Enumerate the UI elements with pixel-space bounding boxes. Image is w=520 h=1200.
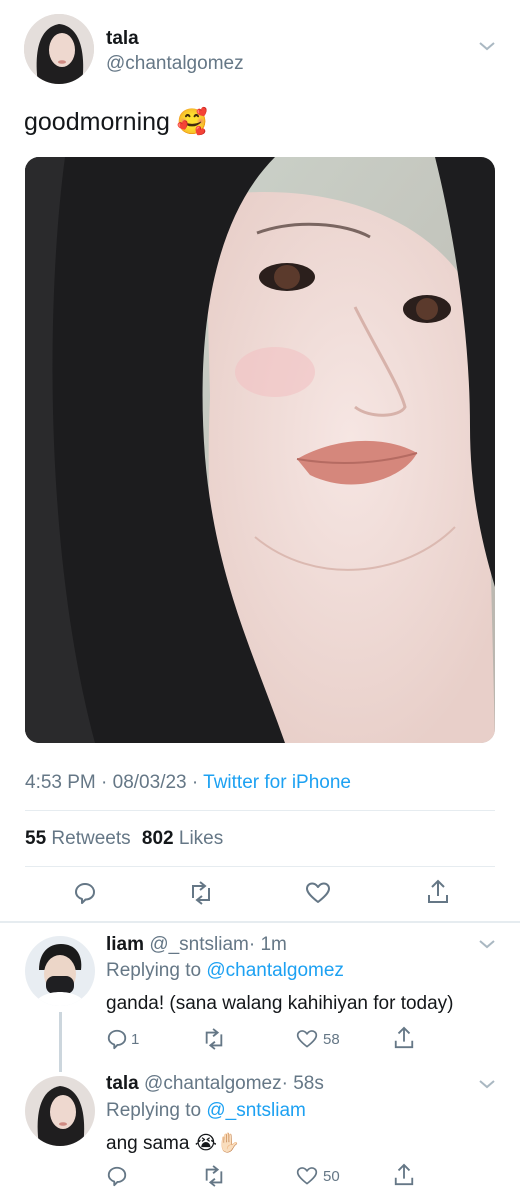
- like-count: 50: [323, 1168, 340, 1185]
- chevron-down-icon[interactable]: [478, 1078, 496, 1090]
- retweet-icon[interactable]: [188, 881, 214, 905]
- author-display-name[interactable]: tala: [106, 28, 139, 50]
- retweet-icon[interactable]: [202, 1028, 226, 1050]
- tweet-photo[interactable]: [25, 157, 495, 743]
- like-icon[interactable]: [296, 1028, 318, 1050]
- reply-avatar[interactable]: [25, 936, 95, 1006]
- reply-header: liam @_sntsliam· 1m: [106, 934, 287, 956]
- replying-to-label: Replying to: [106, 960, 202, 981]
- share-icon[interactable]: [393, 1026, 415, 1050]
- smiling-hearts-emoji: 🥰: [176, 108, 209, 136]
- author-avatar[interactable]: [24, 14, 94, 84]
- share-icon[interactable]: [393, 1163, 415, 1187]
- reply-icon[interactable]: [106, 1028, 128, 1050]
- likes-stat[interactable]: 802 Likes: [142, 828, 223, 849]
- tweet-timestamp: 4:53 PM · 08/03/23 · Twitter for iPhone: [25, 772, 351, 794]
- replying-to-mention[interactable]: @chantalgomez: [206, 960, 344, 981]
- replying-to-line: Replying to @_sntsliam: [106, 1100, 306, 1122]
- reply-text-body: ang sama: [106, 1133, 190, 1154]
- retweets-label: Retweets: [51, 828, 131, 849]
- replying-to-line: Replying to @chantalgomez: [106, 960, 344, 982]
- tweet-time: 4:53 PM · 08/03/23 ·: [25, 772, 204, 793]
- retweets-stat[interactable]: 55 Retweets: [25, 828, 136, 849]
- crying-hand-emoji: 😭✋🏻: [194, 1133, 241, 1154]
- reply-display-name[interactable]: tala: [106, 1073, 139, 1094]
- tweet-stats: 55 Retweets 802 Likes: [25, 828, 223, 850]
- reply-header: tala @chantalgomez· 58s: [106, 1073, 324, 1095]
- reply-age: · 58s: [281, 1073, 324, 1094]
- tweet-text: goodmorning 🥰: [24, 108, 208, 137]
- retweet-icon[interactable]: [202, 1165, 226, 1187]
- reply-count: 1: [131, 1031, 140, 1048]
- author-handle[interactable]: @chantalgomez: [106, 53, 244, 75]
- reply-text: ganda! (sana walang kahihiyan for today): [106, 993, 454, 1014]
- divider: [25, 810, 495, 811]
- replying-to-label: Replying to: [106, 1100, 202, 1121]
- tweet-text-body: goodmorning: [24, 108, 170, 136]
- share-icon[interactable]: [426, 879, 450, 905]
- like-icon[interactable]: [296, 1165, 318, 1187]
- reply-icon[interactable]: [106, 1165, 128, 1187]
- divider: [0, 921, 520, 923]
- like-count: 58: [323, 1031, 340, 1048]
- likes-label: Likes: [178, 828, 224, 849]
- tweet-source-link[interactable]: Twitter for iPhone: [203, 772, 351, 793]
- thread-connector-line: [59, 1012, 62, 1072]
- divider: [25, 866, 495, 867]
- reply-handle[interactable]: @chantalgomez: [144, 1073, 282, 1094]
- chevron-down-icon[interactable]: [478, 938, 496, 950]
- like-icon[interactable]: [305, 881, 331, 905]
- replying-to-mention[interactable]: @_sntsliam: [206, 1100, 306, 1121]
- reply-icon[interactable]: [73, 881, 97, 905]
- reply-age: · 1m: [248, 934, 287, 955]
- reply-display-name[interactable]: liam: [106, 934, 144, 955]
- reply-text: ang sama 😭✋🏻: [106, 1131, 241, 1155]
- likes-count: 802: [141, 828, 174, 849]
- reply-avatar[interactable]: [25, 1076, 95, 1146]
- retweets-count: 55: [25, 828, 47, 849]
- reply-handle[interactable]: @_sntsliam: [149, 934, 249, 955]
- chevron-down-icon[interactable]: [478, 40, 496, 52]
